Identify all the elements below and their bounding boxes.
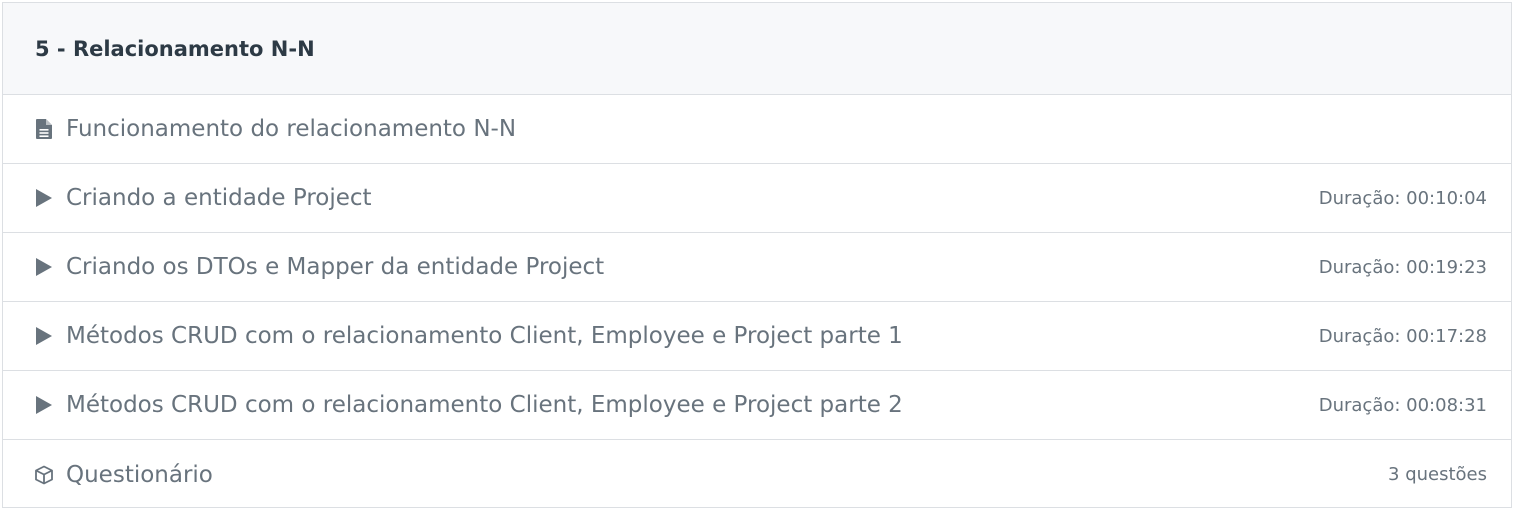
lesson-duration: Duração: 00:10:04 xyxy=(1318,187,1487,209)
lesson-item-document[interactable]: Funcionamento do relacionamento N-N xyxy=(3,95,1511,164)
lesson-title: Métodos CRUD com o relacionamento Client… xyxy=(66,323,903,349)
lesson-item-video[interactable]: Métodos CRUD com o relacionamento Client… xyxy=(3,371,1511,440)
document-icon xyxy=(34,118,54,140)
section-header[interactable]: 5 - Relacionamento N-N xyxy=(3,3,1511,95)
lesson-duration: Duração: 00:08:31 xyxy=(1318,394,1487,416)
lesson-title: Criando os DTOs e Mapper da entidade Pro… xyxy=(66,254,605,280)
play-icon xyxy=(34,394,54,416)
lesson-title: Funcionamento do relacionamento N-N xyxy=(66,116,517,142)
lesson-item-video[interactable]: Métodos CRUD com o relacionamento Client… xyxy=(3,302,1511,371)
lesson-item-video[interactable]: Criando os DTOs e Mapper da entidade Pro… xyxy=(3,233,1511,302)
play-icon xyxy=(34,187,54,209)
play-icon xyxy=(34,256,54,278)
lesson-title: Métodos CRUD com o relacionamento Client… xyxy=(66,392,903,418)
lesson-duration: Duração: 00:17:28 xyxy=(1318,325,1487,347)
quiz-question-count: 3 questões xyxy=(1388,464,1487,485)
section-title: 5 - Relacionamento N-N xyxy=(35,36,315,61)
course-section: 5 - Relacionamento N-N Funcionamento do … xyxy=(2,2,1512,508)
lesson-item-quiz[interactable]: Questionário 3 questões xyxy=(3,440,1511,509)
cube-icon xyxy=(34,464,54,486)
lesson-duration: Duração: 00:19:23 xyxy=(1318,256,1487,278)
play-icon xyxy=(34,325,54,347)
quiz-title: Questionário xyxy=(66,461,213,488)
lesson-item-video[interactable]: Criando a entidade Project Duração: 00:1… xyxy=(3,164,1511,233)
lesson-title: Criando a entidade Project xyxy=(66,185,372,211)
